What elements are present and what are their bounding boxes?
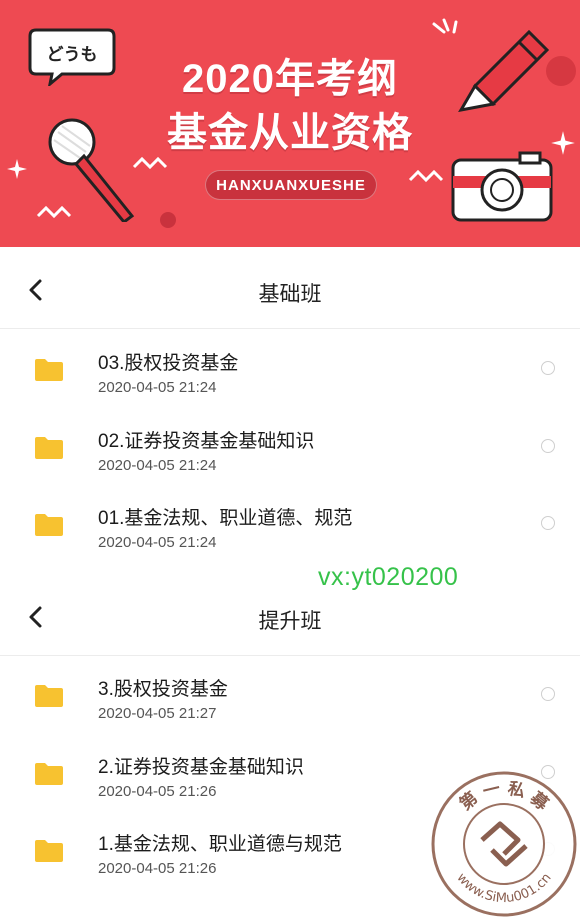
folder-date: 2020-04-05 21:26 [98, 783, 217, 800]
select-radio[interactable] [541, 439, 555, 453]
folder-name: 03.股权投资基金 [98, 353, 239, 374]
folder-row[interactable]: 3.股权投资基金 2020-04-05 21:27 [0, 660, 580, 736]
folder-name: 01.基金法规、职业道德、规范 [98, 508, 353, 529]
folder-date: 2020-04-05 21:26 [98, 860, 217, 877]
folder-name: 1.基金法规、职业道德与规范 [98, 834, 342, 855]
section-title: 基础班 [258, 283, 322, 306]
select-radio[interactable] [541, 361, 555, 375]
banner-title-line2: 基金从业资格 [167, 111, 413, 155]
zigzag-decoration [36, 205, 72, 219]
folder-icon [35, 359, 63, 381]
select-radio[interactable] [541, 516, 555, 530]
folder-date: 2020-04-05 21:27 [98, 705, 217, 722]
folder-icon [35, 763, 63, 785]
folder-date: 2020-04-05 21:24 [98, 379, 217, 396]
folder-row[interactable]: 01.基金法规、职业道德、规范 2020-04-05 21:24 [0, 489, 580, 565]
banner-subtitle: HANXUANXUESHE [205, 170, 377, 200]
camera-icon [451, 151, 553, 222]
folder-icon [35, 437, 63, 459]
folder-name: 02.证券投资基金基础知识 [98, 431, 315, 452]
folder-icon [35, 685, 63, 707]
folder-date: 2020-04-05 21:24 [98, 457, 217, 474]
section-header-basic: 基础班 [0, 252, 580, 329]
banner-title-line1: 2020年考纲 [182, 57, 398, 101]
section-title: 提升班 [258, 610, 322, 633]
select-radio[interactable] [541, 687, 555, 701]
folder-icon [35, 840, 63, 862]
header-banner: どうも 2020年考纲 基金从业资格 HANXUANXUESHE [0, 0, 580, 247]
folder-row[interactable]: 02.证券投资基金基础知识 2020-04-05 21:24 [0, 412, 580, 488]
folder-icon [35, 514, 63, 536]
folder-date: 2020-04-05 21:24 [98, 534, 217, 551]
folder-name: 3.股权投资基金 [98, 679, 228, 700]
zigzag-decoration [408, 169, 444, 183]
dot-decoration [160, 212, 176, 228]
folder-name: 2.证券投资基金基础知识 [98, 757, 304, 778]
folder-row[interactable]: 03.股权投资基金 2020-04-05 21:24 [0, 334, 580, 410]
section-header-advanced: 提升班 [0, 579, 580, 656]
sparkle-lines-decoration [432, 18, 458, 34]
watermark-seal-logo: 第 一 私 募 www.SiMu001.cn [431, 771, 577, 917]
star-decoration [7, 159, 27, 179]
